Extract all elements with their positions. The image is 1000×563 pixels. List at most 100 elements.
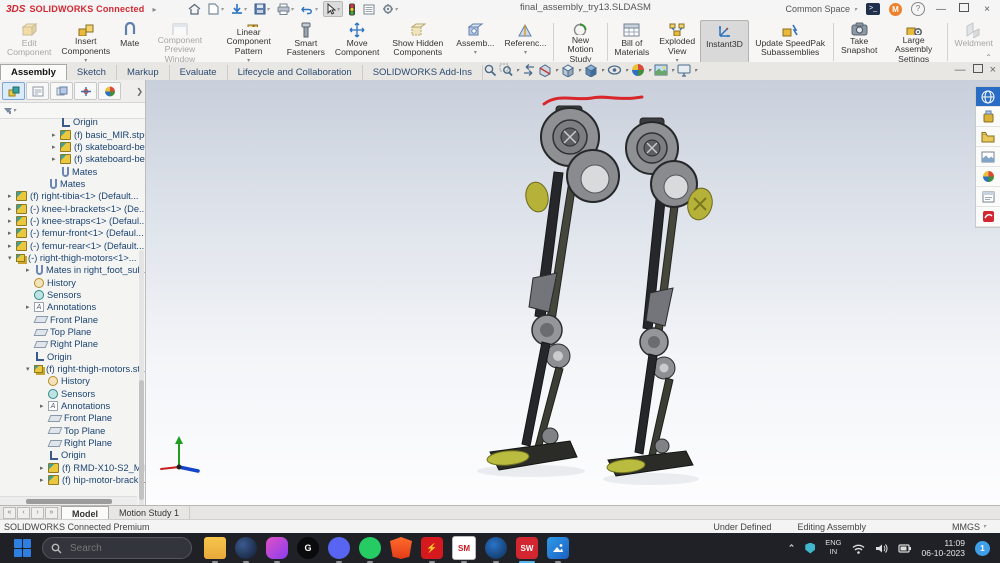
rebuild-traffic-light-icon[interactable] [346, 2, 358, 17]
tree-item[interactable]: (f) hip-motor-brack... [0, 474, 145, 486]
search-input[interactable] [68, 542, 162, 555]
lightning-app-icon[interactable]: ⚡ [421, 537, 443, 559]
volume-icon[interactable] [875, 543, 888, 554]
tree-item[interactable]: Annotations [0, 301, 145, 313]
print-icon[interactable]: ▾ [275, 2, 296, 16]
view-settings-icon[interactable] [677, 64, 691, 77]
file-explorer-icon[interactable] [976, 127, 1000, 147]
game-controller-icon[interactable] [266, 537, 288, 559]
feature-manager-tab[interactable] [2, 82, 25, 100]
close-button[interactable]: × [980, 4, 994, 15]
view-orientation-icon[interactable] [561, 63, 575, 77]
hide-show-items-icon[interactable] [607, 64, 622, 76]
brand-menu-chevron-icon[interactable]: ▸ [152, 5, 156, 14]
tab-scroll-last-icon[interactable]: » [45, 507, 58, 519]
tray-shield-icon[interactable] [805, 543, 815, 554]
custom-properties-icon[interactable] [976, 187, 1000, 207]
select-cursor-icon[interactable]: ▾ [323, 1, 343, 17]
clock[interactable]: 11:0906-10-2023 [922, 538, 965, 558]
tray-overflow-chevron-icon[interactable]: ⌃ [788, 543, 796, 554]
take-snapshot-button[interactable]: Take Snapshot [836, 20, 882, 64]
new-motion-study-button[interactable]: New Motion Study [556, 20, 605, 64]
tab-markup[interactable]: Markup [117, 65, 170, 80]
home-icon[interactable] [186, 2, 203, 16]
whatsapp-icon[interactable] [359, 537, 381, 559]
tree-item[interactable]: Sensors [0, 388, 145, 400]
assembly-features-button[interactable]: Assemb... [451, 20, 499, 64]
tree-item[interactable]: (f) skateboard-beari... [0, 153, 145, 165]
design-library-icon[interactable] [976, 107, 1000, 127]
tree-item[interactable]: Mates [0, 178, 145, 190]
logitech-g-icon[interactable]: G [297, 537, 319, 559]
brave-icon[interactable] [390, 537, 412, 559]
tree-item[interactable]: (-) knee-straps<1> (Defaul... [0, 215, 145, 227]
model-tab[interactable]: Model [61, 506, 109, 520]
tree-item[interactable]: Origin [0, 351, 145, 363]
threedexperience-icon[interactable] [976, 87, 1000, 107]
reference-geometry-button[interactable]: Referenc... [499, 20, 551, 64]
tree-item[interactable]: Origin [0, 116, 145, 128]
notification-badge[interactable]: 1 [975, 541, 990, 556]
taskbar-search[interactable] [42, 537, 192, 559]
view-palette-icon[interactable] [976, 147, 1000, 167]
tree-item[interactable]: Right Plane [0, 338, 145, 350]
tree-item[interactable]: (-) knee-l-brackets<1> (De... [0, 202, 145, 214]
tree-item[interactable]: Sensors [0, 289, 145, 301]
display-manager-tab[interactable] [98, 82, 121, 100]
tab-sketch[interactable]: Sketch [67, 65, 117, 80]
photos-icon[interactable] [547, 537, 569, 559]
language-indicator[interactable]: ENGIN [825, 539, 841, 556]
tree-item[interactable]: (f) skateboard-beari... [0, 141, 145, 153]
wifi-icon[interactable] [852, 543, 865, 554]
edit-component-button[interactable]: Edit Component [2, 20, 56, 64]
tree-item[interactable]: (-) femur-front<1> (Defaul... [0, 227, 145, 239]
zoom-to-fit-icon[interactable] [483, 63, 497, 77]
doc-restore-button[interactable] [973, 64, 983, 76]
options-gear-icon[interactable]: ▾ [380, 2, 400, 16]
tab-lifecycle-and-collaboration[interactable]: Lifecycle and Collaboration [228, 65, 363, 80]
tree-item[interactable]: Top Plane [0, 326, 145, 338]
discord-icon[interactable] [328, 537, 350, 559]
ribbon-collapse-chevron-icon[interactable]: ⌃ [985, 53, 992, 62]
mate-button[interactable]: Mate [115, 20, 144, 64]
platform-console-icon[interactable]: >_ [866, 3, 880, 15]
tree-item[interactable]: (f) right-tibia<1> (Default... [0, 190, 145, 202]
property-manager-tab[interactable] [26, 82, 49, 100]
appearances-scenes-icon[interactable] [976, 167, 1000, 187]
tree-item[interactable]: Annotations [0, 400, 145, 412]
doc-close-button[interactable]: × [990, 64, 996, 76]
user-avatar[interactable]: M [889, 3, 902, 16]
update-speedpak-subassemblies-button[interactable]: Update SpeedPak Subassemblies [749, 20, 832, 64]
graphics-viewport[interactable] [146, 80, 1000, 506]
help-icon[interactable]: ? [911, 2, 925, 16]
tab-scroll-next-icon[interactable]: › [31, 507, 44, 519]
sm-red-app-icon[interactable]: SM [452, 536, 476, 560]
move-component-button[interactable]: Move Component [330, 20, 384, 64]
previous-view-icon[interactable] [522, 63, 536, 77]
tree-item[interactable]: Origin [0, 449, 145, 461]
battery-icon[interactable] [898, 543, 912, 554]
restore-button[interactable] [957, 3, 971, 15]
tree-item[interactable]: History [0, 276, 145, 288]
tab-scroll-prev-icon[interactable]: ‹ [17, 507, 30, 519]
tab-solidworks-add-ins[interactable]: SOLIDWORKS Add-Ins [363, 65, 483, 80]
bill-of-materials-button[interactable]: Bill of Materials [609, 20, 654, 64]
steam-icon[interactable] [235, 537, 257, 559]
tree-item[interactable]: (f) basic_MIR.stp<1... [0, 128, 145, 140]
tree-item[interactable]: Front Plane [0, 314, 145, 326]
zoom-to-area-icon[interactable] [499, 63, 513, 77]
undo-icon[interactable]: ▾ [299, 3, 320, 16]
file-properties-icon[interactable] [361, 3, 377, 16]
display-style-icon[interactable] [584, 63, 598, 77]
smart-fasteners-button[interactable]: Smart Fasteners [282, 20, 330, 64]
tree-item[interactable]: Front Plane [0, 412, 145, 424]
minimize-button[interactable]: — [934, 4, 948, 15]
file-explorer-icon[interactable] [204, 537, 226, 559]
motion-study-tab[interactable]: Motion Study 1 [109, 506, 190, 520]
tree-item[interactable]: Mates [0, 165, 145, 177]
configuration-manager-tab[interactable] [50, 82, 73, 100]
solidworks-icon[interactable]: SW [516, 537, 538, 559]
tree-item[interactable]: (f) RMD-X10-S2_MIR... [0, 462, 145, 474]
solidworks-resources-icon[interactable] [976, 207, 1000, 227]
tree-item[interactable]: (-) femur-rear<1> (Default... [0, 239, 145, 251]
